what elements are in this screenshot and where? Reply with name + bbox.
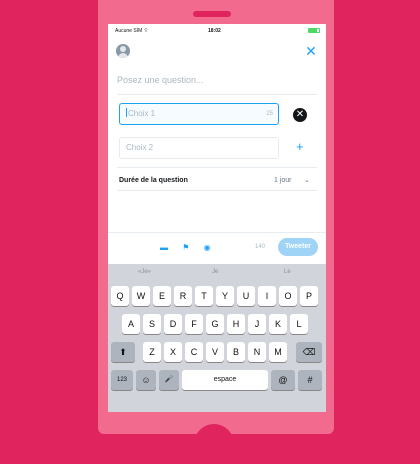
emoji-key[interactable]: ☺ — [136, 370, 156, 390]
home-button — [194, 424, 234, 464]
key-p[interactable]: P — [300, 286, 318, 306]
choice-1-counter: 25 — [266, 111, 273, 117]
key-k[interactable]: K — [269, 314, 287, 334]
backspace-key[interactable]: ⌫ — [296, 342, 322, 362]
key-l[interactable]: L — [290, 314, 308, 334]
key-d[interactable]: D — [164, 314, 182, 334]
key-y[interactable]: Y — [216, 286, 234, 306]
key-c[interactable]: C — [185, 342, 203, 362]
key-o[interactable]: O — [279, 286, 297, 306]
character-count: 140 — [255, 244, 266, 250]
key-q[interactable]: Q — [111, 286, 129, 306]
poll-duration-label: Durée de la question — [119, 177, 188, 184]
compose-toolbar: ▬ ⚑ ◉ — [160, 243, 223, 252]
space-key[interactable]: espace — [182, 370, 268, 390]
key-g[interactable]: G — [206, 314, 224, 334]
key-n[interactable]: N — [248, 342, 266, 362]
key-v[interactable]: V — [206, 342, 224, 362]
hash-key[interactable]: # — [298, 370, 322, 390]
gif-icon[interactable]: ▬ — [160, 243, 168, 252]
divider — [117, 167, 317, 168]
key-x[interactable]: X — [164, 342, 182, 362]
poll-icon[interactable]: ⚑ — [182, 243, 189, 252]
at-key[interactable]: @ — [271, 370, 295, 390]
key-w[interactable]: W — [132, 286, 150, 306]
key-i[interactable]: I — [258, 286, 276, 306]
add-choice-icon[interactable]: + — [296, 139, 304, 154]
prediction-2[interactable]: Je — [212, 269, 218, 275]
choice-2-placeholder: Choix 2 — [126, 143, 154, 152]
shift-key[interactable]: ⬆ — [111, 342, 135, 362]
choice-1-input[interactable]: Choix 1 25 — [119, 103, 279, 125]
key-b[interactable]: B — [227, 342, 245, 362]
microphone-key[interactable]: 🎤 — [159, 370, 179, 390]
status-bar: Aucune SIM ⌔ 18:02 — [108, 24, 326, 38]
chevron-down-icon[interactable]: ⌄ — [304, 176, 310, 184]
key-h[interactable]: H — [227, 314, 245, 334]
toolbar-divider — [108, 232, 326, 233]
key-e[interactable]: E — [153, 286, 171, 306]
key-z[interactable]: Z — [143, 342, 161, 362]
numbers-key[interactable]: 123 — [111, 370, 133, 390]
key-u[interactable]: U — [237, 286, 255, 306]
key-a[interactable]: A — [122, 314, 140, 334]
divider — [117, 94, 317, 95]
battery-icon — [308, 28, 320, 33]
choice-1-placeholder: Choix 1 — [128, 109, 156, 118]
key-s[interactable]: S — [143, 314, 161, 334]
phone-speaker — [193, 11, 231, 17]
prediction-bar: «Je» Je Le — [108, 264, 326, 280]
keyboard: «Je» Je Le Q W E R T Y U I O P A S D F G… — [108, 264, 326, 412]
key-f[interactable]: F — [185, 314, 203, 334]
key-j[interactable]: J — [248, 314, 266, 334]
screen: Aucune SIM ⌔ 18:02 ✕ Posez une question.… — [108, 24, 326, 412]
choice-2-input[interactable]: Choix 2 — [119, 137, 279, 159]
poll-duration-value[interactable]: 1 jour — [274, 177, 292, 184]
question-input[interactable]: Posez une question... — [117, 75, 204, 85]
location-icon[interactable]: ◉ — [204, 243, 211, 252]
prediction-1[interactable]: «Je» — [138, 269, 151, 275]
divider — [117, 190, 317, 191]
text-caret — [126, 108, 127, 117]
prediction-3[interactable]: Le — [284, 269, 291, 275]
key-t[interactable]: T — [195, 286, 213, 306]
tweet-button[interactable]: Tweeter — [278, 238, 318, 256]
remove-choice-icon[interactable]: ✕ — [293, 108, 307, 122]
close-icon[interactable]: ✕ — [304, 44, 318, 58]
key-r[interactable]: R — [174, 286, 192, 306]
status-time: 18:02 — [208, 28, 221, 34]
avatar[interactable] — [116, 44, 130, 58]
status-carrier: Aucune SIM ⌔ — [115, 28, 149, 34]
key-m[interactable]: M — [269, 342, 287, 362]
